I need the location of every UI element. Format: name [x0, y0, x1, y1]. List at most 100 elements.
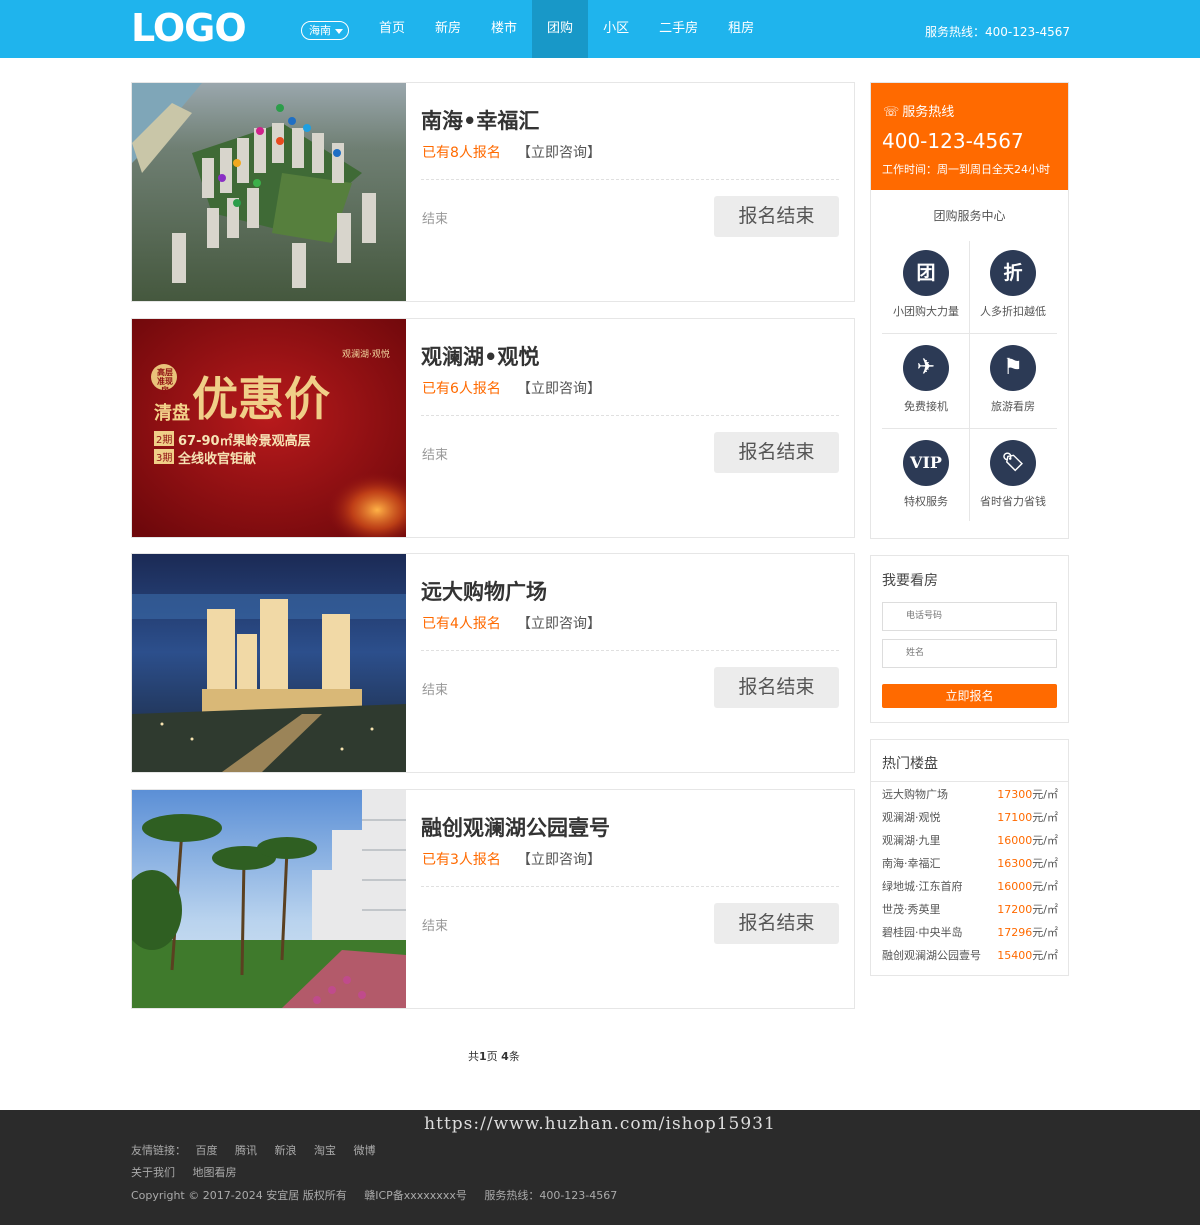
service-discount[interactable]: 折 人多折扣越低 — [969, 239, 1057, 333]
friend-link-taobao[interactable]: 淘宝 — [314, 1144, 336, 1157]
divider — [871, 781, 1068, 782]
group-icon: 团 — [903, 250, 949, 296]
friend-link-baidu[interactable]: 百度 — [196, 1144, 218, 1157]
name-field[interactable]: 姓名 — [882, 639, 1057, 668]
signup-count: 已有8人报名 — [422, 145, 501, 161]
divider — [421, 179, 839, 180]
friend-link-sina[interactable]: 新浪 — [275, 1144, 297, 1157]
hot-property-row[interactable]: 绿地城·江东首府 16000元/㎡ — [882, 878, 1058, 898]
listing-title[interactable]: 融创观澜湖公园壹号 — [421, 812, 610, 842]
property-name: 南海·幸福汇 — [882, 857, 941, 870]
listing-image-night-plaza[interactable] — [132, 554, 406, 772]
service-label: 免费接机 — [904, 400, 948, 413]
nav-item-group-buy[interactable]: 团购 — [532, 0, 589, 58]
pager-count: 4 — [501, 1050, 509, 1063]
pager-suffix: 条 — [508, 1050, 520, 1063]
hotline-box: ☏ 服务热线 400-123-4567 工作时间：周一到周日全天24小时 — [871, 83, 1068, 190]
service-airport-pickup[interactable]: ✈ 免费接机 — [882, 334, 970, 428]
service-hours: 工作时间：周一到周日全天24小时 — [882, 163, 1050, 176]
price-tag-icon: 🏷 — [990, 440, 1036, 486]
property-price: 16000元/㎡ — [997, 878, 1058, 894]
service-save-money[interactable]: 🏷 省时省力省钱 — [969, 429, 1057, 523]
consult-link[interactable]: 【立即咨询】 — [517, 142, 601, 162]
copyright-text: Copyright © 2017-2024 安宜居 版权所有 — [131, 1189, 347, 1202]
property-price: 17300元/㎡ — [997, 786, 1058, 802]
price-value: 16000 — [997, 834, 1033, 847]
nav-item-rent[interactable]: 租房 — [713, 0, 769, 58]
listing-image-aerial[interactable] — [132, 83, 406, 301]
divider — [421, 415, 839, 416]
map-link[interactable]: 地图看房 — [193, 1166, 237, 1179]
price-value: 16000 — [997, 880, 1033, 893]
price-unit: 元/㎡ — [1032, 949, 1058, 962]
price-value: 17296 — [997, 926, 1033, 939]
city-selector[interactable]: 海南 — [301, 21, 349, 40]
property-price: 16300元/㎡ — [997, 855, 1058, 871]
price-value: 16300 — [997, 857, 1033, 870]
property-name: 绿地城·江东首府 — [882, 880, 963, 893]
hot-property-row[interactable]: 观澜湖·九里 16000元/㎡ — [882, 832, 1058, 852]
listing-card: 融创观澜湖公园壹号 已有3人报名 【立即咨询】 结束 报名结束 — [131, 789, 855, 1009]
promo-tag: 高层准现房 — [157, 368, 173, 395]
listing-card: 南海•幸福汇 已有8人报名 【立即咨询】 结束 报名结束 — [131, 82, 855, 302]
listing-image-palm-garden[interactable] — [132, 790, 406, 1008]
listing-title[interactable]: 远大购物广场 — [421, 576, 547, 606]
friend-link-weibo[interactable]: 微博 — [354, 1144, 376, 1157]
service-label: 省时省力省钱 — [980, 495, 1046, 508]
hotline-label-row: ☏ 服务热线 — [883, 101, 954, 120]
property-name: 远大购物广场 — [882, 788, 948, 801]
friend-link-tencent[interactable]: 腾讯 — [235, 1144, 257, 1157]
divider — [421, 886, 839, 887]
listing-title[interactable]: 南海•幸福汇 — [421, 105, 539, 135]
hot-property-row[interactable]: 南海·幸福汇 16300元/㎡ — [882, 855, 1058, 875]
listing-card: 远大购物广场 已有4人报名 【立即咨询】 结束 报名结束 — [131, 553, 855, 773]
consult-link[interactable]: 【立即咨询】 — [517, 849, 601, 869]
price-unit: 元/㎡ — [1032, 926, 1058, 939]
nav-item-home[interactable]: 首页 — [364, 0, 420, 58]
nav-item-community[interactable]: 小区 — [588, 0, 644, 58]
watermark-url: https://www.huzhan.com/ishop15931 — [424, 1114, 776, 1134]
listing-title[interactable]: 观澜湖•观悦 — [421, 341, 539, 371]
listing-image-promo[interactable]: 观澜湖·观悦 高层准现房 清盘 优惠价 2期 3期 67-90㎡果岭景观高层 全… — [132, 319, 406, 537]
phone-field[interactable]: 电话号码 — [882, 602, 1057, 631]
signup-closed-button[interactable]: 报名结束 — [714, 432, 839, 473]
property-price: 17200元/㎡ — [997, 901, 1058, 917]
service-label: 小团购大力量 — [893, 305, 959, 318]
price-value: 17300 — [997, 788, 1033, 801]
service-travel-viewing[interactable]: ⚑ 旅游看房 — [969, 334, 1057, 428]
consult-link[interactable]: 【立即咨询】 — [517, 613, 601, 633]
price-value: 17200 — [997, 903, 1033, 916]
signup-count: 已有4人报名 — [422, 616, 501, 632]
service-center-title: 团购服务中心 — [933, 209, 1006, 223]
hot-properties: 热门楼盘 远大购物广场 17300元/㎡ 观澜湖·观悦 17100元/㎡ 观澜湖·九… — [870, 739, 1069, 976]
about-link[interactable]: 关于我们 — [131, 1166, 175, 1179]
hot-property-row[interactable]: 远大购物广场 17300元/㎡ — [882, 786, 1058, 806]
hot-property-row[interactable]: 世茂·秀英里 17200元/㎡ — [882, 901, 1058, 921]
signup-submit-button[interactable]: 立即报名 — [882, 684, 1057, 708]
nav-item-resale[interactable]: 二手房 — [644, 0, 713, 58]
pagination-info: 共1页 4条 — [468, 1048, 520, 1064]
footer-nav: 关于我们 地图看房 — [131, 1164, 251, 1180]
service-vip[interactable]: VIP 特权服务 — [882, 429, 970, 523]
signup-count: 已有6人报名 — [422, 381, 501, 397]
site-footer: https://www.huzhan.com/ishop15931 友情链接： … — [0, 1110, 1200, 1225]
property-price: 15400元/㎡ — [997, 947, 1058, 963]
site-logo[interactable]: LOGO — [131, 8, 247, 48]
divider — [421, 650, 839, 651]
signup-closed-button[interactable]: 报名结束 — [714, 903, 839, 944]
signup-closed-button[interactable]: 报名结束 — [714, 196, 839, 237]
property-name: 观澜湖·九里 — [882, 834, 941, 847]
service-group-buy[interactable]: 团 小团购大力量 — [882, 239, 970, 333]
nav-item-market[interactable]: 楼市 — [476, 0, 532, 58]
hot-property-row[interactable]: 碧桂园·中央半岛 17296元/㎡ — [882, 924, 1058, 944]
promo-price-text: 优惠价 — [192, 372, 330, 426]
consult-link[interactable]: 【立即咨询】 — [517, 378, 601, 398]
header-hotline: 服务热线：400-123-4567 — [925, 25, 1071, 39]
nav-item-new-homes[interactable]: 新房 — [420, 0, 476, 58]
signup-closed-button[interactable]: 报名结束 — [714, 667, 839, 708]
hot-property-row[interactable]: 观澜湖·观悦 17100元/㎡ — [882, 809, 1058, 829]
hot-property-row[interactable]: 融创观澜湖公园壹号 15400元/㎡ — [882, 947, 1058, 967]
hotline-label: 服务热线 — [902, 105, 955, 120]
grid-divider — [882, 333, 1057, 334]
grid-divider — [882, 428, 1057, 429]
